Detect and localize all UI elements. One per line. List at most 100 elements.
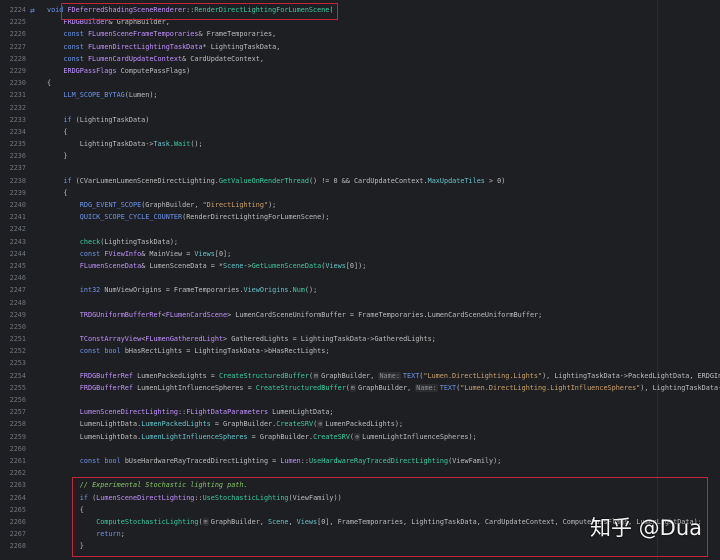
line-number[interactable]: 2240 [0,199,26,211]
code-line[interactable]: 2234 { [0,126,720,138]
line-number[interactable]: 2265 [0,504,26,516]
code-text[interactable]: check(LightingTaskData); [47,236,720,248]
line-number[interactable]: 2267 [0,528,26,540]
code-line[interactable]: 2255 FRDGBufferRef LumenLightInfluenceSph… [0,382,720,394]
line-number[interactable]: 2237 [0,162,26,174]
code-text[interactable]: TConstArrayView<FLumenGatheredLight> Gat… [47,333,720,345]
code-line[interactable]: 2237 [0,162,720,174]
code-line[interactable]: 2241 QUICK_SCOPE_CYCLE_COUNTER(RenderDire… [0,211,720,223]
code-line[interactable]: 2254 FRDGBufferRef LumenPackedLights = Cr… [0,370,720,382]
code-line[interactable]: 2224 ⇄ void FDeferredShadingSceneRenderer:… [0,4,720,16]
code-text[interactable]: { [47,126,720,138]
line-number[interactable]: 2236 [0,150,26,162]
line-number[interactable]: 2250 [0,321,26,333]
code-line[interactable]: 2228 const FLumenCardUpdateContext& CardU… [0,53,720,65]
code-line[interactable]: 2238 if (CVarLumenLumenSceneDirectLightin… [0,175,720,187]
code-text[interactable]: LumenLightData.LumenPackedLights = Graph… [47,418,720,430]
line-number[interactable]: 2231 [0,89,26,101]
code-line[interactable]: 2264 if (LumenSceneDirectLighting::UseSto… [0,492,720,504]
line-number[interactable]: 2238 [0,175,26,187]
line-number[interactable]: 2235 [0,138,26,150]
code-line[interactable]: 2235 LightingTaskData->Task.Wait(); [0,138,720,150]
code-line[interactable]: 2249 TRDGUniformBufferRef<FLumenCardScene… [0,309,720,321]
code-line[interactable]: 2233 if (LightingTaskData) [0,114,720,126]
code-line[interactable]: 2226 const FLumenSceneFrameTemporaries& F… [0,28,720,40]
code-text[interactable]: int32 NumViewOrigins = FrameTemporaries.… [47,284,720,296]
line-number[interactable]: 2249 [0,309,26,321]
code-text[interactable]: { [47,77,720,89]
line-number[interactable]: 2229 [0,65,26,77]
code-text[interactable]: if (LumenSceneDirectLighting::UseStochas… [47,492,720,504]
code-text[interactable]: } [47,150,720,162]
line-number[interactable]: 2234 [0,126,26,138]
line-number[interactable]: 2227 [0,41,26,53]
code-text[interactable]: LumenLightData.LumenLightInfluenceSphere… [47,431,720,443]
line-number[interactable]: 2262 [0,467,26,479]
code-line[interactable]: 2242 [0,223,720,235]
code-line[interactable]: 2230 { [0,77,720,89]
line-number[interactable]: 2261 [0,455,26,467]
code-line[interactable]: 2227 const FLumenDirectLightingTaskData* … [0,41,720,53]
line-number[interactable]: 2260 [0,443,26,455]
code-line[interactable]: 2247 int32 NumViewOrigins = FrameTemporar… [0,284,720,296]
code-text[interactable]: // Experimental Stochastic lighting path… [47,479,720,491]
line-number[interactable]: 2225 [0,16,26,28]
code-line[interactable]: 2257 LumenSceneDirectLighting::FLightData… [0,406,720,418]
code-text[interactable]: FRDGBuilder& GraphBuilder, [47,16,720,28]
code-line[interactable]: 2239 { [0,187,720,199]
code-line[interactable]: 2236} [0,150,720,162]
code-line[interactable]: 2258 LumenLightData.LumenPackedLights = G… [0,418,720,430]
code-line[interactable]: 2248 [0,297,720,309]
code-text[interactable]: QUICK_SCOPE_CYCLE_COUNTER(RenderDirectLi… [47,211,720,223]
code-line[interactable]: 2261 const bool bUseHardwareRayTracedDire… [0,455,720,467]
line-number[interactable]: 2245 [0,260,26,272]
line-number[interactable]: 2259 [0,431,26,443]
code-line[interactable]: 2268} [0,540,720,552]
code-line[interactable]: 2253 [0,357,720,369]
code-text[interactable]: if (LightingTaskData) [47,114,720,126]
line-number[interactable]: 2264 [0,492,26,504]
code-text[interactable]: FRDGBufferRef LumenLightInfluenceSpheres… [47,382,720,394]
line-number[interactable]: 2252 [0,345,26,357]
line-number[interactable]: 2230 [0,77,26,89]
code-line[interactable]: 2263 // Experimental Stochastic lighting … [0,479,720,491]
code-text[interactable]: } [47,540,720,552]
code-line[interactable]: 2251 TConstArrayView<FLumenGatheredLight>… [0,333,720,345]
code-text[interactable]: LumenSceneDirectLighting::FLightDataPara… [47,406,720,418]
line-number[interactable]: 2244 [0,248,26,260]
line-number[interactable]: 2239 [0,187,26,199]
code-text[interactable]: { [47,187,720,199]
code-text[interactable]: void FDeferredShadingSceneRenderer::Rend… [47,4,720,16]
code-text[interactable]: RDG_EVENT_SCOPE(GraphBuilder, "DirectLig… [47,199,720,211]
line-number[interactable]: 2266 [0,516,26,528]
code-line[interactable]: 2256 [0,394,720,406]
line-number[interactable]: 2241 [0,211,26,223]
code-line[interactable]: 2246 [0,272,720,284]
code-line[interactable]: 2243 check(LightingTaskData); [0,236,720,248]
code-line[interactable]: 2245 FLumenSceneData& LumenSceneData = *S… [0,260,720,272]
code-line[interactable]: 2260 [0,443,720,455]
code-text[interactable]: TRDGUniformBufferRef<FLumenCardScene> Lu… [47,309,720,321]
line-number[interactable]: 2251 [0,333,26,345]
line-number[interactable]: 2226 [0,28,26,40]
code-text[interactable]: const FLumenCardUpdateContext& CardUpdat… [47,53,720,65]
code-line[interactable]: 2231 LLM_SCOPE_BYTAG(Lumen); [0,89,720,101]
line-number[interactable]: 2254 [0,370,26,382]
line-number[interactable]: 2256 [0,394,26,406]
code-line[interactable]: 2225 FRDGBuilder& GraphBuilder, [0,16,720,28]
code-text[interactable]: LLM_SCOPE_BYTAG(Lumen); [47,89,720,101]
line-number[interactable]: 2255 [0,382,26,394]
line-number[interactable]: 2263 [0,479,26,491]
line-number[interactable]: 2242 [0,223,26,235]
code-text[interactable]: ERDGPassFlags ComputePassFlags) [47,65,720,77]
code-text[interactable]: if (CVarLumenLumenSceneDirectLighting.Ge… [47,175,720,187]
line-number[interactable]: 2228 [0,53,26,65]
code-line[interactable]: 2232 [0,102,720,114]
code-text[interactable]: FRDGBufferRef LumenPackedLights = Create… [47,370,720,382]
line-number[interactable]: 2257 [0,406,26,418]
code-text[interactable]: const FViewInfo& MainView = Views[0]; [47,248,720,260]
line-number[interactable]: 2233 [0,114,26,126]
line-number[interactable]: 2232 [0,102,26,114]
code-line[interactable]: 2252 const bool bHasRectLights = Lighting… [0,345,720,357]
code-line[interactable]: 2250 [0,321,720,333]
